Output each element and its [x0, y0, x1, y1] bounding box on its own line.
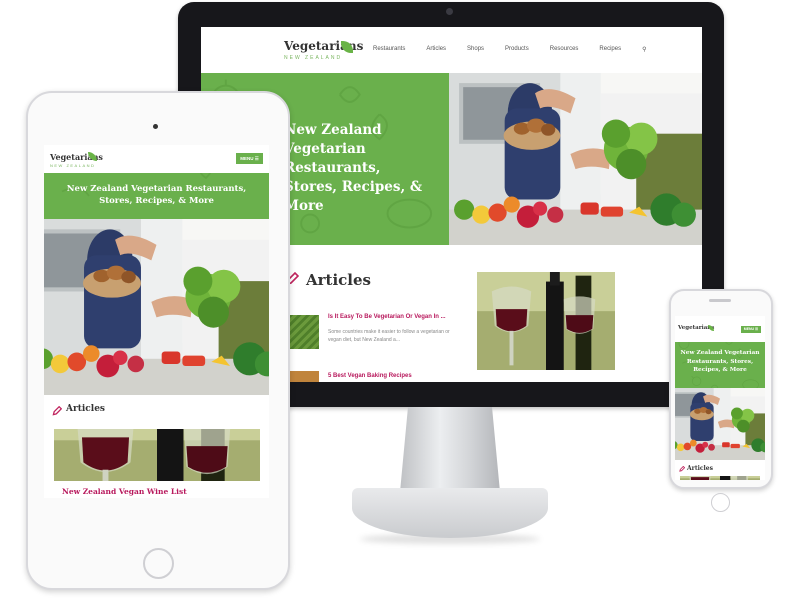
- nav-articles[interactable]: Articles: [426, 46, 446, 53]
- post-title-link[interactable]: 5 Best Vegan Baking Recipes: [328, 373, 412, 379]
- nav-shops[interactable]: Shops: [467, 46, 484, 53]
- tablet-hero-photo: [44, 219, 269, 395]
- nav-resources[interactable]: Resources: [550, 46, 579, 53]
- desktop-nav-menu: Restaurants Articles Shops Products Reso…: [373, 46, 668, 53]
- monitor-camera: [446, 8, 453, 15]
- post-excerpt: Some countries make it easier to follow …: [328, 329, 450, 343]
- desktop-navbar: Vegetarians NEW ZEALAND Restaurants Arti…: [201, 27, 702, 73]
- tablet-menu-button[interactable]: MENU ☰: [236, 153, 263, 164]
- phone-hero-banner: New Zealand Vegetarian Restaurants, Stor…: [675, 342, 765, 388]
- tablet-post-title-link[interactable]: New Zealand Vegan Wine List: [62, 487, 187, 496]
- tablet-hero-banner: New Zealand Vegetarian Restaurants, Stor…: [44, 173, 269, 219]
- desktop-logo-sub: NEW ZEALAND: [284, 55, 343, 61]
- pencil-icon: [52, 406, 62, 416]
- wine-featured-image[interactable]: [477, 272, 615, 370]
- phone-menu-button[interactable]: MENU ☰: [741, 326, 761, 333]
- tablet-camera: [153, 124, 158, 129]
- monitor-stand-neck: [400, 407, 500, 492]
- tablet-articles-heading: Articles: [66, 404, 105, 414]
- pencil-icon: [679, 466, 685, 472]
- tablet-logo-sub: NEW ZEALAND: [50, 163, 96, 168]
- desktop-hero-title: New Zealand Vegetarian Restaurants, Stor…: [284, 122, 423, 214]
- search-icon[interactable]: ⚲: [642, 46, 646, 53]
- wine-featured-image[interactable]: [54, 429, 260, 481]
- phone-speaker: [709, 299, 731, 302]
- phone-articles-heading: Articles: [687, 465, 713, 472]
- post-thumbnail[interactable]: [285, 371, 319, 382]
- tablet-home-button[interactable]: [143, 548, 174, 579]
- nav-recipes[interactable]: Recipes: [599, 46, 621, 53]
- tablet-hero-title: New Zealand Vegetarian Restaurants, Stor…: [66, 184, 247, 206]
- tablet-screen: Vegetarians NEW ZEALAND MENU ☰ New Zeala…: [44, 145, 269, 498]
- wine-featured-image[interactable]: [680, 476, 760, 480]
- desktop-articles-heading: Articles: [306, 271, 371, 289]
- post-title-link[interactable]: Is It Easy To Be Vegetarian Or Vegan In …: [328, 314, 446, 320]
- nav-restaurants[interactable]: Restaurants: [373, 46, 405, 53]
- phone-hero-photo: [675, 388, 765, 460]
- phone-hero-title: New Zealand Vegetarian Restaurants, Stor…: [680, 350, 760, 373]
- phone-screen: Vegetarians MENU ☰ New Zealand Vegetaria…: [675, 316, 765, 480]
- monitor-stand-base: [352, 488, 548, 538]
- phone-home-button[interactable]: [711, 493, 730, 512]
- desktop-hero-photo: [449, 73, 702, 245]
- nav-products[interactable]: Products: [505, 46, 529, 53]
- post-thumbnail[interactable]: [285, 315, 319, 349]
